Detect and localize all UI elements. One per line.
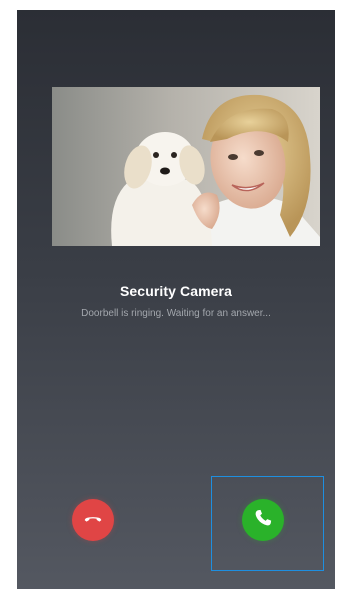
decline-call-button[interactable]: [72, 499, 114, 541]
camera-feed-image: [52, 87, 320, 246]
caller-name: Security Camera: [119, 283, 232, 299]
call-status-text: Doorbell is ringing. Waiting for an answ…: [81, 308, 271, 319]
phone-hangup-icon: [82, 507, 104, 534]
phone-icon: [252, 507, 274, 534]
incoming-call-screen: Security Camera Doorbell is ringing. Wai…: [17, 10, 335, 589]
accept-call-button[interactable]: [242, 499, 284, 541]
